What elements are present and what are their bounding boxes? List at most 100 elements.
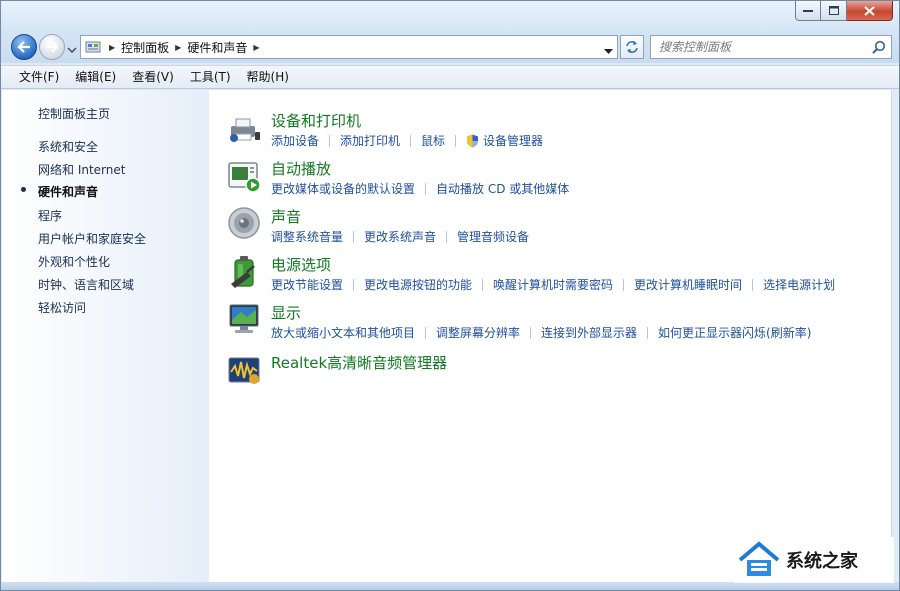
link-separator xyxy=(455,134,457,147)
refresh-button[interactable] xyxy=(620,35,644,59)
address-dropdown-button[interactable] xyxy=(604,44,613,58)
category-title-autoplay[interactable]: 自动播放 xyxy=(271,158,331,179)
navigation-row: ▶ 控制面板 ▶ 硬件和声音 ▶ xyxy=(1,31,899,63)
link-separator xyxy=(353,278,355,291)
back-button[interactable] xyxy=(11,34,37,60)
link-power-button-function[interactable]: 更改电源按钮的功能 xyxy=(364,276,472,293)
address-bar[interactable]: ▶ 控制面板 ▶ 硬件和声音 ▶ xyxy=(80,35,618,59)
watermark: 系统之家 xyxy=(734,537,894,583)
link-adjust-volume[interactable]: 调整系统音量 xyxy=(271,228,343,245)
window-right-border xyxy=(891,90,899,584)
sidebar-item-hardware-sound[interactable]: 硬件和声音 xyxy=(38,183,98,200)
category-links-autoplay: 更改媒体或设备的默认设置 自动播放 CD 或其他媒体 xyxy=(271,180,569,197)
link-separator xyxy=(623,278,625,291)
watermark-text: 系统之家 xyxy=(786,551,858,572)
content-pane: 设备和打印机 添加设备 添加打印机 鼠标 设备管理器 自动播放 更改媒体或设备的… xyxy=(209,90,892,584)
breadcrumb-arrow-icon[interactable]: ▶ xyxy=(109,43,115,52)
link-manage-audio-devices[interactable]: 管理音频设备 xyxy=(457,228,529,245)
link-separator xyxy=(647,326,649,339)
active-bullet-icon xyxy=(21,187,26,192)
link-separator xyxy=(425,182,427,195)
menu-tools[interactable]: 工具(T) xyxy=(182,66,239,88)
control-panel-window: ▶ 控制面板 ▶ 硬件和声音 ▶ 文件(F) 编辑(E) xyxy=(0,0,900,591)
arrow-right-icon xyxy=(46,41,59,53)
arrow-left-icon xyxy=(17,41,30,53)
link-device-manager[interactable]: 设备管理器 xyxy=(483,132,543,149)
menu-edit[interactable]: 编辑(E) xyxy=(67,66,124,88)
power-icon[interactable] xyxy=(227,254,263,290)
category-title-power-options[interactable]: 电源选项 xyxy=(271,254,331,275)
link-separator xyxy=(446,230,448,243)
refresh-icon xyxy=(626,41,638,53)
sidebar-item-ease-of-access[interactable]: 轻松访问 xyxy=(38,299,86,316)
category-title-sound[interactable]: 声音 xyxy=(271,206,301,227)
link-separator xyxy=(353,230,355,243)
close-button[interactable] xyxy=(847,1,893,21)
link-refresh-rate[interactable]: 如何更正显示器闪烁(刷新率) xyxy=(658,324,811,341)
link-choose-power-plan[interactable]: 选择电源计划 xyxy=(763,276,835,293)
link-mouse[interactable]: 鼠标 xyxy=(421,132,445,149)
link-separator xyxy=(482,278,484,291)
window-bottom-border xyxy=(1,582,899,590)
category-links-power-options: 更改节能设置 更改电源按钮的功能 唤醒计算机时需要密码 更改计算机睡眠时间 选择… xyxy=(271,276,835,293)
search-box[interactable] xyxy=(650,35,892,59)
printer-icon[interactable] xyxy=(227,110,263,146)
menu-help[interactable]: 帮助(H) xyxy=(239,66,297,88)
autoplay-icon[interactable] xyxy=(227,158,263,194)
link-add-printer[interactable]: 添加打印机 xyxy=(340,132,400,149)
category-title-devices-printers[interactable]: 设备和打印机 xyxy=(271,110,361,131)
sidebar-item-programs[interactable]: 程序 xyxy=(38,207,62,224)
category-links-sound: 调整系统音量 更改系统声音 管理音频设备 xyxy=(271,228,529,245)
sidebar-home-link[interactable]: 控制面板主页 xyxy=(38,105,110,122)
house-logo-icon xyxy=(738,541,780,576)
breadcrumb-control-panel[interactable]: 控制面板 xyxy=(121,39,169,56)
link-separator xyxy=(530,326,532,339)
category-links-devices-printers: 添加设备 添加打印机 鼠标 设备管理器 xyxy=(271,132,543,149)
link-screen-resolution[interactable]: 调整屏幕分辨率 xyxy=(436,324,520,341)
sidebar-item-system-security[interactable]: 系统和安全 xyxy=(38,138,98,155)
link-wake-password[interactable]: 唤醒计算机时需要密码 xyxy=(493,276,613,293)
breadcrumb-arrow-icon[interactable]: ▶ xyxy=(253,43,259,52)
control-panel-icon xyxy=(83,37,103,57)
minimize-button[interactable] xyxy=(795,1,821,21)
forward-button[interactable] xyxy=(39,34,65,60)
realtek-audio-icon[interactable] xyxy=(227,352,263,388)
link-autoplay-cd[interactable]: 自动播放 CD 或其他媒体 xyxy=(436,180,569,197)
sidebar-item-network-internet[interactable]: 网络和 Internet xyxy=(38,161,125,178)
link-separator xyxy=(410,134,412,147)
sidebar-item-appearance[interactable]: 外观和个性化 xyxy=(38,253,110,270)
breadcrumb-hardware-sound[interactable]: 硬件和声音 xyxy=(187,39,247,56)
category-title-display[interactable]: 显示 xyxy=(271,302,301,323)
link-change-power-saving[interactable]: 更改节能设置 xyxy=(271,276,343,293)
search-icon[interactable] xyxy=(872,40,886,57)
link-change-media-defaults[interactable]: 更改媒体或设备的默认设置 xyxy=(271,180,415,197)
close-icon xyxy=(864,5,875,16)
maximize-button[interactable] xyxy=(821,1,847,21)
link-change-system-sounds[interactable]: 更改系统声音 xyxy=(364,228,436,245)
category-title-realtek-audio[interactable]: Realtek高清晰音频管理器 xyxy=(271,352,447,373)
menu-view[interactable]: 查看(V) xyxy=(124,66,182,88)
link-sleep-time[interactable]: 更改计算机睡眠时间 xyxy=(634,276,742,293)
uac-shield-icon xyxy=(467,134,479,147)
maximize-icon xyxy=(828,6,839,15)
link-add-device[interactable]: 添加设备 xyxy=(271,132,319,149)
breadcrumb-arrow-icon[interactable]: ▶ xyxy=(175,43,181,52)
search-input[interactable] xyxy=(659,37,869,57)
menu-bar: 文件(F) 编辑(E) 查看(V) 工具(T) 帮助(H) xyxy=(1,65,899,89)
chevron-down-icon xyxy=(67,47,77,53)
monitor-icon[interactable] xyxy=(227,302,263,338)
link-text-size[interactable]: 放大或缩小文本和其他项目 xyxy=(271,324,415,341)
link-separator xyxy=(425,326,427,339)
menu-file[interactable]: 文件(F) xyxy=(11,66,67,88)
caption-buttons xyxy=(795,1,893,21)
link-external-display[interactable]: 连接到外部显示器 xyxy=(541,324,637,341)
link-separator xyxy=(329,134,331,147)
recent-pages-button[interactable] xyxy=(67,43,77,53)
sidebar-item-clock-language[interactable]: 时钟、语言和区域 xyxy=(38,276,134,293)
link-separator xyxy=(752,278,754,291)
minimize-icon xyxy=(803,9,813,12)
sidebar: 控制面板主页 系统和安全 网络和 Internet 硬件和声音 程序 用户帐户和… xyxy=(2,90,209,584)
sidebar-item-user-accounts[interactable]: 用户帐户和家庭安全 xyxy=(38,230,146,247)
dropdown-triangle-icon xyxy=(604,49,613,54)
speaker-icon[interactable] xyxy=(227,206,263,242)
